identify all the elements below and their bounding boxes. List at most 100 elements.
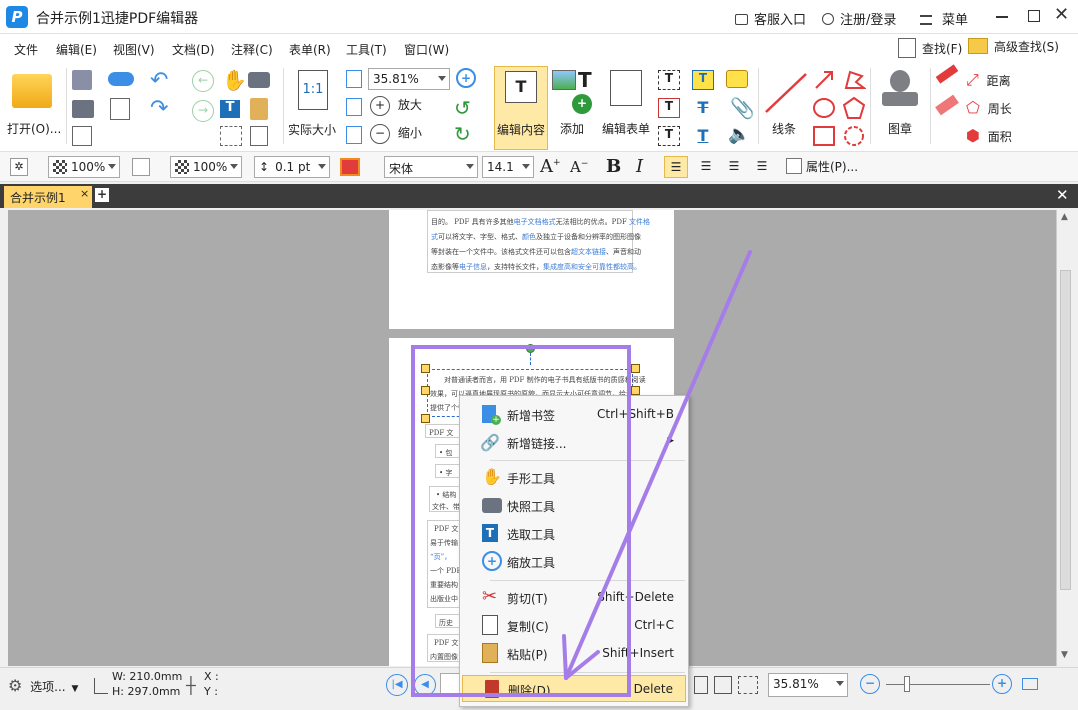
edit-form-button[interactable]: 编辑表单 <box>600 66 656 150</box>
sound-icon[interactable]: 🔈 <box>728 124 750 145</box>
font-grow-icon[interactable]: A+ <box>540 156 561 177</box>
undo-icon[interactable]: ↶ <box>150 68 168 93</box>
align-left-icon[interactable]: ☰ <box>664 156 688 178</box>
tab-document[interactable]: 合并示例1 × <box>4 186 92 208</box>
underline-icon[interactable]: T <box>692 126 714 146</box>
tab-close-icon[interactable]: × <box>80 187 89 200</box>
distance-button[interactable]: ⤢ 距离 <box>966 70 1011 90</box>
justify-icon[interactable]: ☰ <box>750 156 774 178</box>
new-doc-icon[interactable] <box>110 98 130 120</box>
fullscreen-icon[interactable] <box>1022 678 1038 690</box>
edit-content-button[interactable]: T 编辑内容 <box>494 66 548 150</box>
align-center-icon[interactable]: ☰ <box>694 156 718 178</box>
bold-icon[interactable]: B <box>606 156 621 177</box>
font-select[interactable]: 宋体 <box>384 156 478 178</box>
strikeout-icon[interactable]: T <box>692 98 714 118</box>
status-zoom-in-icon[interactable]: + <box>992 674 1012 694</box>
arrow-icon[interactable] <box>812 68 836 92</box>
rotate-ccw-icon[interactable]: ↺ <box>454 96 471 120</box>
forward-icon[interactable]: → <box>192 100 214 122</box>
rectangle-icon[interactable] <box>812 124 836 148</box>
find-button[interactable]: 查找(F) <box>898 38 962 58</box>
scroll-thumb[interactable] <box>1060 270 1071 590</box>
zoom-slider[interactable] <box>886 676 990 692</box>
close-window-button[interactable]: ✕ <box>1054 4 1069 25</box>
service-button[interactable]: 客服入口 <box>735 9 806 28</box>
font-size-select[interactable]: 14.1 <box>482 156 534 178</box>
menu-form[interactable]: 表单(R) <box>289 41 331 58</box>
menu-window[interactable]: 窗口(W) <box>404 41 449 58</box>
fill-opacity-select[interactable]: 100% <box>48 156 120 178</box>
login-button[interactable]: 注册/登录 <box>822 9 896 28</box>
polyline-icon[interactable] <box>842 68 866 92</box>
maximize-button[interactable] <box>1028 10 1040 22</box>
callout-icon[interactable]: T <box>658 126 680 146</box>
first-page-icon[interactable]: |◀ <box>386 674 408 696</box>
menu-edit[interactable]: 编辑(E) <box>56 41 97 58</box>
open-button[interactable]: 打开(O)... <box>4 66 61 144</box>
page-icon[interactable] <box>250 126 268 146</box>
redo-icon[interactable]: ↷ <box>150 96 168 121</box>
pencil-icon[interactable] <box>935 64 959 84</box>
note-icon[interactable] <box>726 70 748 88</box>
text-box-icon[interactable]: T <box>658 98 680 118</box>
ellipse-icon[interactable] <box>812 96 836 120</box>
attach-icon[interactable]: 📎 <box>730 96 755 120</box>
line-button[interactable]: 线条 <box>760 66 812 150</box>
camera-tool-icon[interactable] <box>248 72 270 88</box>
menu-document[interactable]: 文档(D) <box>172 41 215 58</box>
minimize-button[interactable] <box>996 16 1008 18</box>
text-field-icon[interactable]: T <box>658 70 680 90</box>
export-icon[interactable] <box>72 126 92 146</box>
properties-button[interactable]: 属性(P)... <box>786 158 858 175</box>
options-button[interactable]: ⚙ 选项... ▼ <box>8 676 78 695</box>
cloud-icon[interactable] <box>108 72 134 86</box>
back-icon[interactable]: ← <box>192 70 214 92</box>
zoom-in-button[interactable]: + 放大 <box>370 96 422 116</box>
zoom-slider-thumb[interactable] <box>904 676 910 692</box>
fit-width-icon[interactable] <box>346 98 362 116</box>
close-document-icon[interactable]: ✕ <box>1056 186 1069 204</box>
snapshot-icon[interactable] <box>220 126 242 146</box>
perimeter-button[interactable]: ⬠ 周长 <box>966 98 1012 117</box>
eraser-icon[interactable] <box>935 94 959 116</box>
advanced-find-button[interactable]: 高级查找(S) <box>968 38 1059 55</box>
italic-icon[interactable]: I <box>636 156 643 177</box>
actual-size-button[interactable]: 1:1 实际大小 <box>286 66 342 146</box>
print-icon[interactable] <box>72 100 94 118</box>
area-button[interactable]: ⬢ 面积 <box>966 126 1012 145</box>
highlight-text-icon[interactable]: T <box>692 70 714 90</box>
save-icon[interactable] <box>72 70 92 90</box>
menu-file[interactable]: 文件 <box>14 41 38 58</box>
menu-view[interactable]: 视图(V) <box>113 41 155 58</box>
color-picker-icon[interactable] <box>340 158 360 176</box>
clipboard-icon[interactable] <box>250 98 268 120</box>
status-zoom-out-icon[interactable]: − <box>860 674 880 694</box>
fit-visible-icon[interactable] <box>346 126 362 144</box>
zoom-in-icon[interactable]: + <box>456 68 476 88</box>
add-button[interactable]: T + 添加 <box>550 66 596 150</box>
scroll-down-icon[interactable]: ▼ <box>1061 650 1068 660</box>
status-zoom-select[interactable]: 35.81% <box>768 673 848 697</box>
scroll-up-icon[interactable]: ▲ <box>1061 212 1068 222</box>
stamp-button[interactable]: 图章 <box>872 66 928 150</box>
zoom-select[interactable]: 35.81% <box>368 68 450 90</box>
new-tab-button[interactable]: + <box>95 188 109 202</box>
rotate-cw-icon[interactable]: ↻ <box>454 122 471 146</box>
line-width-select[interactable]: ↕ 0.1 pt <box>254 156 330 178</box>
font-shrink-icon[interactable]: A− <box>570 158 588 176</box>
zoom-out-button[interactable]: − 缩小 <box>370 124 422 144</box>
menu-tools[interactable]: 工具(T) <box>346 41 387 58</box>
vertical-scrollbar[interactable]: ▲ ▼ <box>1056 210 1074 666</box>
fit-page-icon[interactable] <box>346 70 362 88</box>
border-color-icon[interactable] <box>132 158 150 176</box>
star-icon[interactable]: ✲ <box>10 158 28 176</box>
cloud-shape-icon[interactable] <box>842 124 866 148</box>
select-tool-icon[interactable]: T <box>220 100 240 118</box>
polygon-icon[interactable] <box>842 96 866 120</box>
menu-comment[interactable]: 注释(C) <box>231 41 273 58</box>
hand-tool-icon[interactable]: ✋ <box>222 68 247 92</box>
align-right-icon[interactable]: ☰ <box>722 156 746 178</box>
stroke-opacity-select[interactable]: 100% <box>170 156 242 178</box>
menu-button[interactable]: 菜单 <box>920 9 968 28</box>
